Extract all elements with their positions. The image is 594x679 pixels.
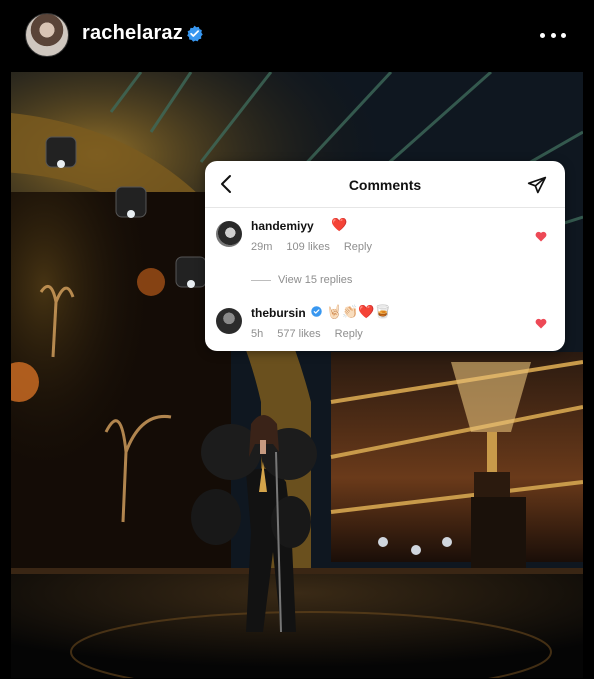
comment-item: thebursin 🤘🏻👏🏻❤️🥃 5h 577 likes Reply: [205, 304, 565, 346]
commenter-avatar[interactable]: [216, 221, 242, 247]
replies-divider: [251, 279, 271, 281]
verified-badge-icon: [187, 25, 203, 42]
commenter-avatar[interactable]: [216, 308, 242, 334]
paper-plane-icon[interactable]: [527, 175, 547, 195]
heart-icon[interactable]: [535, 318, 547, 329]
comment-likes[interactable]: 577 likes: [277, 328, 320, 340]
comments-title: Comments: [348, 177, 422, 193]
commenter-username[interactable]: handemiyy: [251, 219, 314, 233]
view-replies-label: View 15 replies: [278, 274, 353, 286]
post-header: rachelaraz: [0, 0, 594, 70]
verified-badge-icon: [311, 306, 322, 317]
comment-item: handemiyy ❤️ 29m 109 likes Reply: [205, 217, 565, 259]
comment-text: ❤️: [331, 217, 348, 232]
comment-time: 29m: [251, 241, 273, 253]
comment-meta: 5h 577 likes Reply: [251, 328, 363, 340]
comments-header: Comments: [205, 161, 565, 208]
more-options-icon[interactable]: [540, 25, 566, 45]
view-replies-link[interactable]: View 15 replies: [251, 274, 352, 286]
post-username[interactable]: rachelaraz: [82, 22, 183, 45]
reply-button[interactable]: Reply: [335, 328, 363, 340]
commenter-username[interactable]: thebursin: [251, 306, 306, 320]
comment-text: 🤘🏻👏🏻❤️🥃: [326, 304, 391, 319]
avatar[interactable]: [25, 13, 69, 57]
comment-time: 5h: [251, 328, 264, 340]
reply-button[interactable]: Reply: [344, 241, 372, 253]
comments-panel: Comments handemiyy ❤️ 29m 109 likes Repl…: [205, 161, 565, 351]
comment-likes[interactable]: 109 likes: [286, 241, 329, 253]
comment-meta: 29m 109 likes Reply: [251, 241, 372, 253]
heart-icon[interactable]: [535, 231, 547, 242]
